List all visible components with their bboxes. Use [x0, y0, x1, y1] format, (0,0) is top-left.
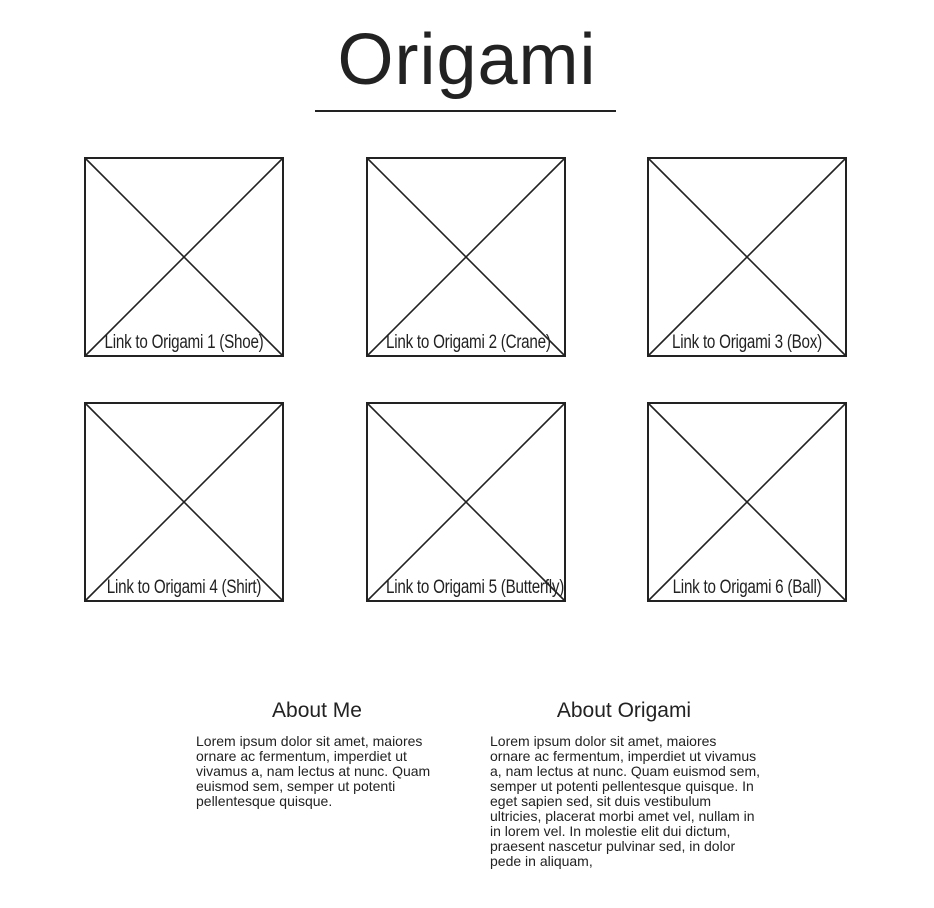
- image-placeholder-icon: [84, 157, 284, 357]
- origami-link-2[interactable]: Link to Origami 2 (Crane): [366, 157, 566, 357]
- origami-link-label: Link to Origami 6 (Ball): [672, 577, 822, 598]
- about-me-section: About Me Lorem ipsum dolor sit amet, mai…: [196, 698, 438, 809]
- about-me-text: Lorem ipsum dolor sit amet, maiores orna…: [196, 733, 431, 809]
- origami-link-label: Link to Origami 3 (Box): [672, 332, 822, 353]
- about-me-heading: About Me: [272, 699, 362, 722]
- origami-link-1[interactable]: Link to Origami 1 (Shoe): [84, 157, 284, 357]
- about-origami-section: About Origami Lorem ipsum dolor sit amet…: [490, 698, 760, 869]
- image-placeholder-icon: [84, 402, 284, 602]
- image-placeholder-icon: [647, 402, 847, 602]
- origami-link-label: Link to Origami 4 (Shirt): [106, 577, 262, 598]
- origami-link-6[interactable]: Link to Origami 6 (Ball): [647, 402, 847, 602]
- origami-link-label: Link to Origami 2 (Crane): [386, 332, 551, 353]
- image-placeholder-icon: [647, 157, 847, 357]
- origami-link-5[interactable]: Link to Origami 5 (Butterfly): [366, 402, 566, 602]
- image-placeholder-icon: [366, 157, 566, 357]
- page-title: Origami: [337, 20, 597, 100]
- origami-link-3[interactable]: Link to Origami 3 (Box): [647, 157, 847, 357]
- origami-link-label: Link to Origami 5 (Butterfly): [386, 577, 565, 598]
- origami-link-4[interactable]: Link to Origami 4 (Shirt): [84, 402, 284, 602]
- about-origami-text: Lorem ipsum dolor sit amet, maiores orna…: [490, 733, 761, 869]
- origami-link-label: Link to Origami 1 (Shoe): [104, 332, 264, 353]
- title-divider: [315, 110, 616, 112]
- about-origami-heading: About Origami: [556, 699, 692, 722]
- image-placeholder-icon: [366, 402, 566, 602]
